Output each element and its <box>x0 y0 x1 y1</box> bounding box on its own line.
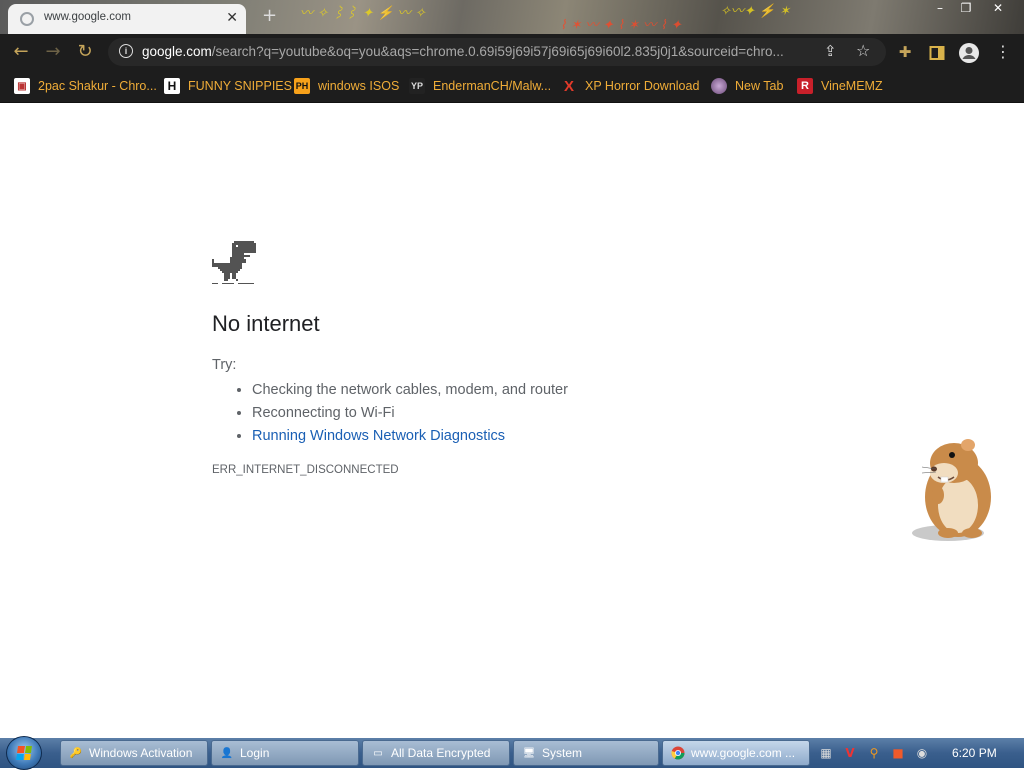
taskbar-item-label: Login <box>240 746 270 760</box>
network-tray-icon[interactable]: ▦ <box>818 745 834 761</box>
extensions-puzzle-icon[interactable]: ✚ <box>890 34 920 70</box>
x-icon: X <box>563 77 574 95</box>
bookmarks-bar: ▣ 2pac Shakur - Chro... H FUNNY SNIPPIES… <box>0 70 1024 103</box>
restore-icon[interactable]: ❐ <box>952 0 980 18</box>
taskbar-item-label: System <box>542 746 583 760</box>
browser-tab[interactable]: www.google.com ✕ <box>8 4 246 34</box>
window-title-bar: 〰 ✧ ⌇⌇ ✦ ⚡ 〰 ✧ ⌇ ✶ 〰 ✦ ⌇ ✶ 〰 ⌇ ✦ ✧〰✦ ⚡ ✶… <box>0 0 1024 34</box>
taskbar-item-label: www.google.com ... <box>691 746 796 760</box>
browser-toolbar: ← → ↻ i google.com/search?q=youtube&oq=y… <box>0 34 1024 70</box>
taskbar-item[interactable]: ▭ All Data Encrypted <box>362 740 510 766</box>
system-icon: 🖥 <box>522 747 536 759</box>
loading-favicon-icon <box>20 12 34 26</box>
system-tray: ▦ V ⚲ ■ ◉ 6:20 PM <box>812 738 1024 768</box>
ph-icon: PH <box>294 78 310 94</box>
key-icon: 🔑 <box>69 747 83 759</box>
taskbar-item-label: All Data Encrypted <box>391 746 491 760</box>
site-info-icon[interactable]: i <box>119 44 133 58</box>
suggestion-text: Reconnecting to Wi-Fi <box>252 405 395 421</box>
volume-tray-icon[interactable]: ◉ <box>914 745 930 761</box>
chrome-icon <box>671 746 685 760</box>
yp-icon: YP <box>409 78 425 94</box>
suggestion-text: Checking the network cables, modem, and … <box>252 382 568 398</box>
share-icon[interactable]: ⇪ <box>824 42 837 60</box>
bookmark-item[interactable]: ▣ 2pac Shakur - Chro... <box>14 76 157 96</box>
bookmark-star-icon[interactable]: ☆ <box>856 41 870 60</box>
try-label: Try: <box>212 357 237 373</box>
box-icon: ▣ <box>14 78 30 94</box>
bookmark-item[interactable]: X XP Horror Download <box>561 76 699 96</box>
side-panel-icon[interactable] <box>922 34 952 70</box>
url-text[interactable]: google.com/search?q=youtube&oq=you&aqs=c… <box>142 44 822 59</box>
network-diagnostics-link[interactable]: Running Windows Network Diagnostics <box>252 428 505 444</box>
reload-icon[interactable]: ↻ <box>70 34 100 70</box>
menu-dots-icon[interactable]: ⋮ <box>988 34 1018 70</box>
bookmark-label: 2pac Shakur - Chro... <box>38 79 157 93</box>
new-tab-plus-icon[interactable]: + <box>262 5 277 26</box>
suggestion-list: Checking the network cables, modem, and … <box>212 379 568 448</box>
bookmark-label: VineMEMZ <box>821 79 883 93</box>
profile-avatar-icon[interactable] <box>954 34 984 70</box>
list-item: Checking the network cables, modem, and … <box>252 379 568 402</box>
page-title: No internet <box>212 311 320 336</box>
h-icon: H <box>164 78 180 94</box>
search-tray-icon[interactable]: ⚲ <box>866 745 882 761</box>
globe-icon <box>711 78 727 94</box>
error-code: ERR_INTERNET_DISCONNECTED <box>212 464 399 476</box>
user-icon: 👤 <box>220 747 234 759</box>
url-path: /search?q=youtube&oq=you&aqs=chrome.0.69… <box>211 44 784 59</box>
tab-title: www.google.com <box>44 11 131 23</box>
bookmark-label: XP Horror Download <box>585 79 700 93</box>
wallpaper-graffiti: ⌇ ✶ 〰 ✦ ⌇ ✶ 〰 ⌇ ✦ <box>560 18 682 33</box>
taskbar-item[interactable]: 🖥 System <box>513 740 659 766</box>
r-icon: R <box>797 78 813 94</box>
bookmark-label: New Tab <box>735 79 784 93</box>
list-item: Running Windows Network Diagnostics <box>252 425 568 448</box>
bookmark-label: windows ISOS <box>318 79 400 93</box>
back-arrow-icon[interactable]: ← <box>6 34 36 70</box>
minimize-icon[interactable]: – <box>926 0 954 18</box>
wallpaper-graffiti: 〰 ✧ ⌇⌇ ✦ ⚡ 〰 ✧ <box>300 6 426 21</box>
dinosaur-icon[interactable] <box>212 241 256 285</box>
window-close-icon[interactable]: ✕ <box>984 0 1012 18</box>
list-item: Reconnecting to Wi-Fi <box>252 402 568 425</box>
hamster-mascot[interactable] <box>908 433 1000 545</box>
bookmark-item[interactable]: PH windows ISOS <box>294 76 399 96</box>
windows-logo-icon <box>16 746 32 760</box>
bookmark-item[interactable]: R VineMEMZ <box>797 76 883 96</box>
bookmark-item[interactable]: H FUNNY SNIPPIES <box>164 76 292 96</box>
window-icon: ▭ <box>373 747 383 759</box>
taskbar-item[interactable]: 🔑 Windows Activation <box>60 740 208 766</box>
wallpaper-graffiti: ✧〰✦ ⚡ ✶ <box>720 4 791 19</box>
bookmark-label: EndermanCH/Malw... <box>433 79 552 93</box>
start-button[interactable] <box>6 736 42 770</box>
url-host: google.com <box>142 44 212 59</box>
address-bar[interactable]: i google.com/search?q=youtube&oq=you&aqs… <box>108 38 886 66</box>
antivirus-tray-icon[interactable]: V <box>842 745 858 761</box>
taskbar-item[interactable]: www.google.com ... <box>662 740 810 766</box>
app-tray-icon[interactable]: ■ <box>890 745 906 761</box>
forward-arrow-icon[interactable]: → <box>38 34 68 70</box>
taskbar-item-label: Windows Activation <box>89 746 193 760</box>
clock[interactable]: 6:20 PM <box>952 746 997 760</box>
taskbar-item[interactable]: 👤 Login <box>211 740 359 766</box>
bookmark-item[interactable]: YP EndermanCH/Malw... <box>409 76 551 96</box>
error-page: No internet Try: Checking the network ca… <box>0 103 1024 738</box>
bookmark-label: FUNNY SNIPPIES <box>188 79 292 93</box>
windows-taskbar: 🔑 Windows Activation 👤 Login ▭ All Data … <box>0 736 1024 770</box>
close-icon[interactable]: ✕ <box>226 10 238 26</box>
bookmark-item[interactable]: New Tab <box>711 76 783 96</box>
